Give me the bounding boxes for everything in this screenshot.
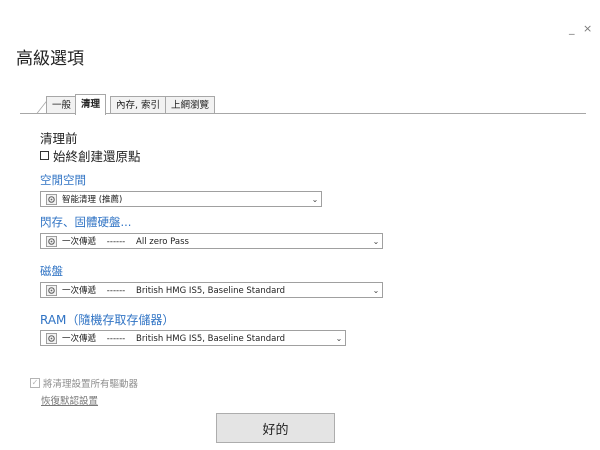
ram-title: RAM（隨機存取存儲器） — [40, 313, 175, 327]
page-title: 高級選項 — [16, 49, 84, 69]
ram-value: 一次傳遞 ------ British HMG IS5, Baseline St… — [62, 334, 286, 344]
gear-icon — [46, 284, 57, 296]
restore-point-checkbox[interactable] — [40, 151, 49, 160]
ram-select[interactable]: 一次傳遞 ------ British HMG IS5, Baseline St… — [40, 330, 346, 346]
restore-defaults-link[interactable]: 恢復默認設置 — [41, 393, 98, 407]
disk-select[interactable]: 一次傳遞 ------ British HMG IS5, Baseline St… — [40, 282, 383, 298]
tab-cleanup[interactable]: 清理 — [75, 94, 107, 115]
gear-icon — [46, 235, 57, 247]
tab-general[interactable]: 一般 — [46, 96, 78, 114]
close-button[interactable]: × — [583, 22, 592, 35]
gear-icon — [46, 193, 57, 205]
free-space-value: 智能清理 (推薦) — [62, 195, 123, 205]
disk-value: 一次傳遞 ------ British HMG IS5, Baseline St… — [62, 286, 286, 296]
restore-point-label: 始終創建還原點 — [53, 149, 141, 164]
chevron-down-icon[interactable]: ⌄ — [333, 334, 345, 343]
chevron-down-icon[interactable]: ⌄ — [370, 237, 382, 246]
flash-ssd-value: 一次傳遞 ------ All zero Pass — [62, 237, 189, 247]
apply-all-drives-option[interactable]: ✓ 將清理設置所有驅動器 — [30, 376, 138, 390]
before-cleanup-title: 清理前 — [40, 131, 78, 146]
flash-ssd-title: 閃存、固體硬盤... — [40, 215, 132, 229]
tab-memory-index[interactable]: 內存, 索引 — [110, 96, 167, 114]
minimize-button[interactable]: _ — [569, 22, 575, 35]
restore-point-option[interactable]: 始終創建還原點 — [40, 146, 141, 165]
ok-button[interactable]: 好的 — [216, 413, 335, 443]
flash-ssd-select[interactable]: 一次傳遞 ------ All zero Pass ⌄ — [40, 233, 383, 249]
apply-all-drives-label: 將清理設置所有驅動器 — [43, 379, 139, 390]
gear-icon — [46, 332, 57, 344]
free-space-select[interactable]: 智能清理 (推薦) ⌄ — [40, 191, 322, 207]
apply-all-drives-checkbox[interactable]: ✓ — [30, 378, 40, 388]
chevron-down-icon[interactable]: ⌄ — [309, 195, 321, 204]
tab-browsing[interactable]: 上網瀏覽 — [165, 96, 216, 114]
free-space-title: 空閒空間 — [40, 173, 86, 187]
disk-title: 磁盤 — [40, 264, 63, 278]
chevron-down-icon[interactable]: ⌄ — [370, 286, 382, 295]
